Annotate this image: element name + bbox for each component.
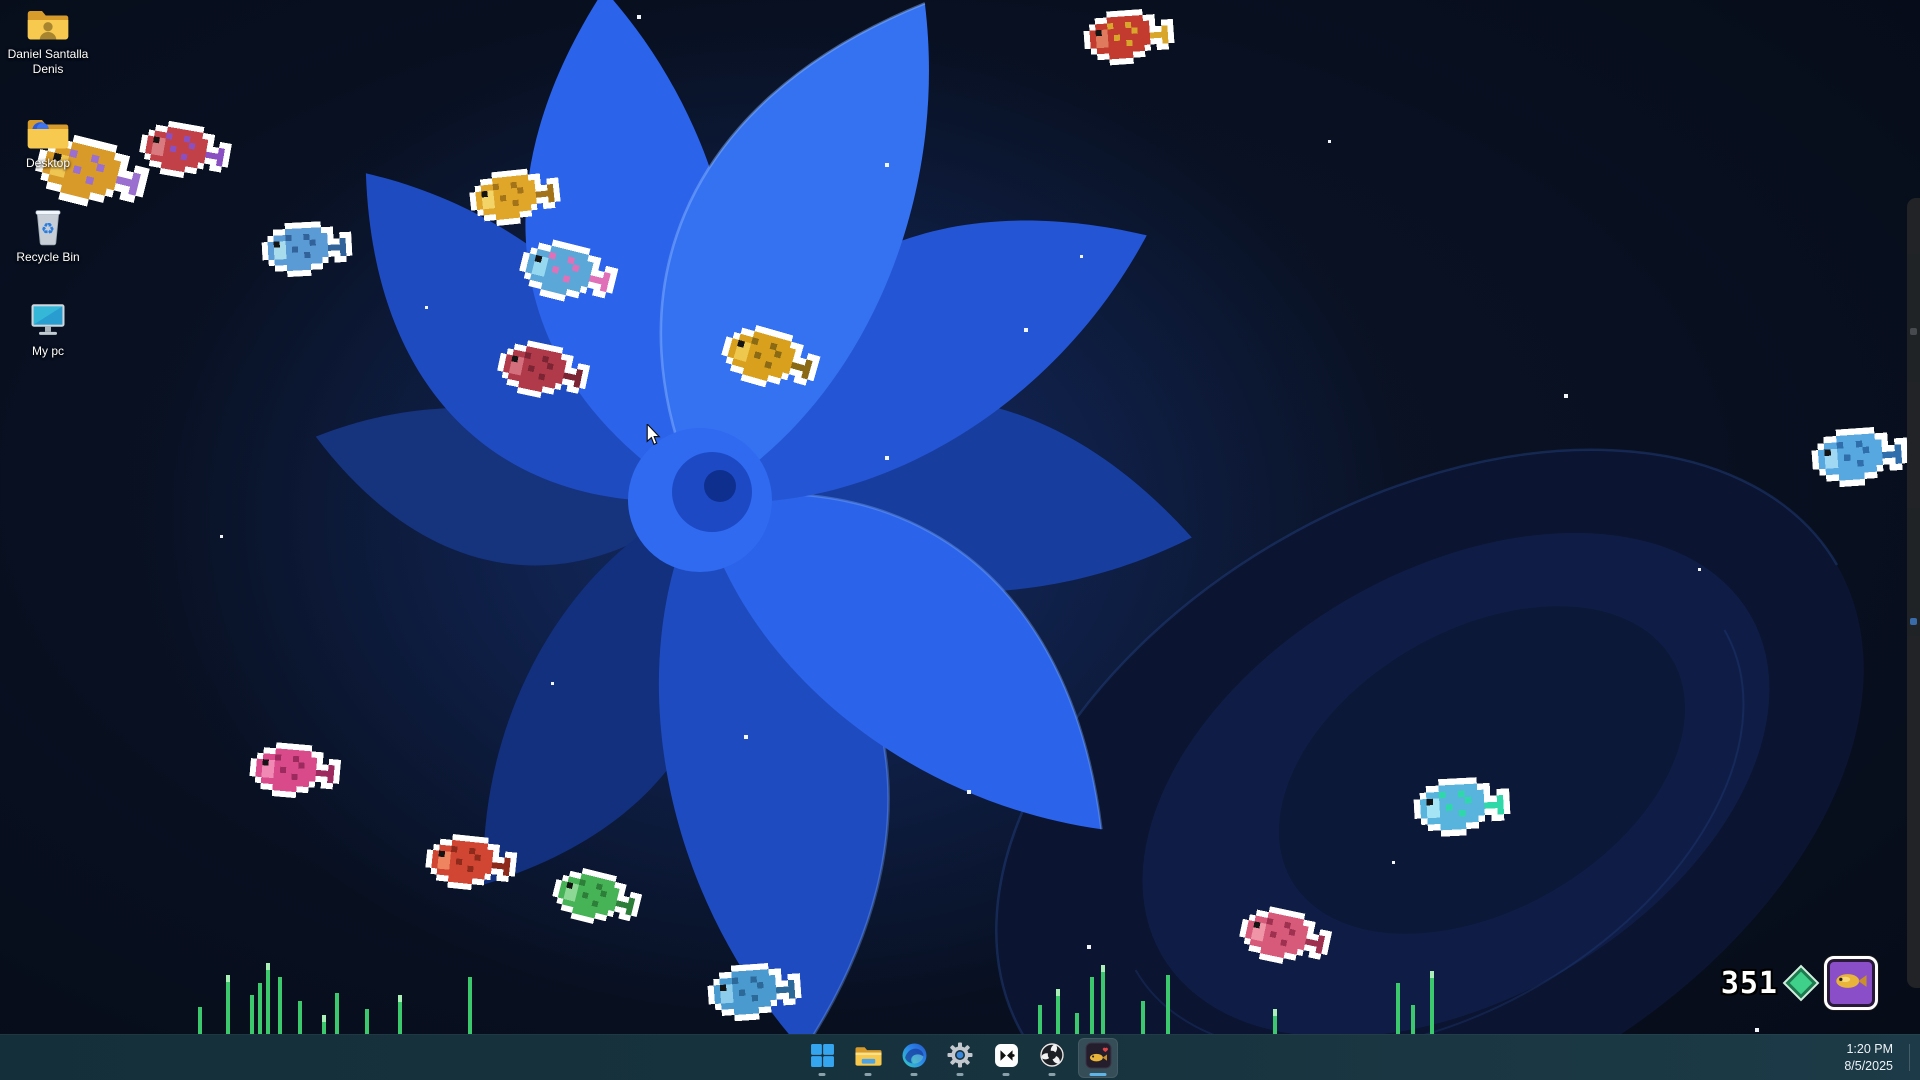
my-pc-icon <box>25 299 71 341</box>
pixel-fish[interactable] <box>426 836 516 890</box>
edge-icon <box>902 1043 927 1073</box>
taskbar-app-aquarium[interactable] <box>1078 1038 1118 1078</box>
desktop-icon-label: Daniel Santalla Denis <box>6 47 90 77</box>
pixel-fish[interactable] <box>1414 778 1510 836</box>
taskbar-tray: 1:20 PM 8/5/2025 <box>1836 1035 1914 1080</box>
running-indicator <box>1003 1073 1010 1076</box>
desktop-folder-icon <box>25 111 71 153</box>
desktop-icon-my-pc[interactable]: My pc <box>6 299 90 359</box>
gold-fish-icon <box>1833 968 1869 999</box>
desktop-icon-recycle-bin[interactable]: ♻ Recycle Bin <box>6 205 90 265</box>
desktop-icon-column: Daniel Santalla Denis Desktop ♻ Recycle … <box>6 2 90 359</box>
clock-time: 1:20 PM <box>1844 1041 1893 1058</box>
pixel-fish[interactable] <box>788 240 878 294</box>
edge-panel-mark <box>1910 328 1917 335</box>
edge-panel-mark <box>1910 618 1917 625</box>
running-indicator <box>957 1073 964 1076</box>
mouse-cursor <box>645 424 661 451</box>
gem-icon <box>1785 967 1816 998</box>
pixel-fish[interactable] <box>1415 6 1505 60</box>
desktop-icon-label: My pc <box>32 344 64 359</box>
pixel-fish[interactable] <box>1812 428 1908 486</box>
clock-date: 8/5/2025 <box>1844 1058 1893 1075</box>
pixel-fish[interactable] <box>262 222 352 276</box>
user-folder-icon <box>25 2 71 44</box>
pixel-fish[interactable] <box>470 170 560 224</box>
aquarium-hud: 351 <box>1721 956 1878 1010</box>
start-icon <box>810 1043 835 1073</box>
windows-desktop: Daniel Santalla Denis Desktop ♻ Recycle … <box>0 0 1920 1080</box>
pixel-fish[interactable] <box>553 872 640 924</box>
taskbar: 1:20 PM 8/5/2025 <box>0 1034 1920 1080</box>
taskbar-app-obs[interactable] <box>1032 1038 1072 1078</box>
taskbar-app-start[interactable] <box>802 1038 842 1078</box>
settings-icon <box>947 1042 973 1073</box>
pixel-fish[interactable] <box>1240 910 1330 964</box>
taskbar-app-edge[interactable] <box>894 1038 934 1078</box>
clock[interactable]: 1:20 PM 8/5/2025 <box>1836 1039 1901 1077</box>
running-indicator <box>1049 1073 1056 1076</box>
file-explorer-icon <box>855 1043 882 1072</box>
desktop-icon-desktop-folder[interactable]: Desktop <box>6 111 90 171</box>
running-indicator <box>1090 1073 1107 1076</box>
fish-shop-button[interactable] <box>1824 956 1878 1010</box>
desktop-icon-label: Recycle Bin <box>16 250 79 265</box>
aquarium-icon <box>1085 1042 1112 1074</box>
pixel-fish[interactable] <box>1486 494 1579 550</box>
running-indicator <box>819 1073 826 1076</box>
capcut-icon <box>994 1043 1019 1073</box>
pixel-fish[interactable] <box>498 344 588 398</box>
wallpaper-bloom <box>0 0 1920 1080</box>
pixel-fish[interactable] <box>250 744 340 798</box>
recycle-bin-icon: ♻ <box>25 205 71 247</box>
desktop-icon-label: Desktop <box>26 156 70 171</box>
taskbar-app-capcut[interactable] <box>986 1038 1026 1078</box>
desktop-icon-user-folder[interactable]: Daniel Santalla Denis <box>6 2 90 77</box>
score-value: 351 <box>1721 966 1778 1001</box>
pixel-fish[interactable] <box>1084 10 1174 64</box>
pixel-fish[interactable] <box>520 244 616 302</box>
taskbar-app-group <box>802 1035 1118 1080</box>
pixel-fish[interactable] <box>140 124 230 178</box>
edge-hidden-panel[interactable] <box>1907 198 1920 988</box>
taskbar-app-settings[interactable] <box>940 1038 980 1078</box>
show-desktop-button[interactable] <box>1909 1044 1914 1071</box>
running-indicator <box>865 1073 872 1076</box>
pixel-fish[interactable] <box>722 330 818 388</box>
svg-text:♻: ♻ <box>41 220 55 238</box>
pixel-fish[interactable] <box>708 964 801 1020</box>
running-indicator <box>911 1073 918 1076</box>
taskbar-app-file-explorer[interactable] <box>848 1038 888 1078</box>
obs-icon <box>1039 1042 1065 1073</box>
